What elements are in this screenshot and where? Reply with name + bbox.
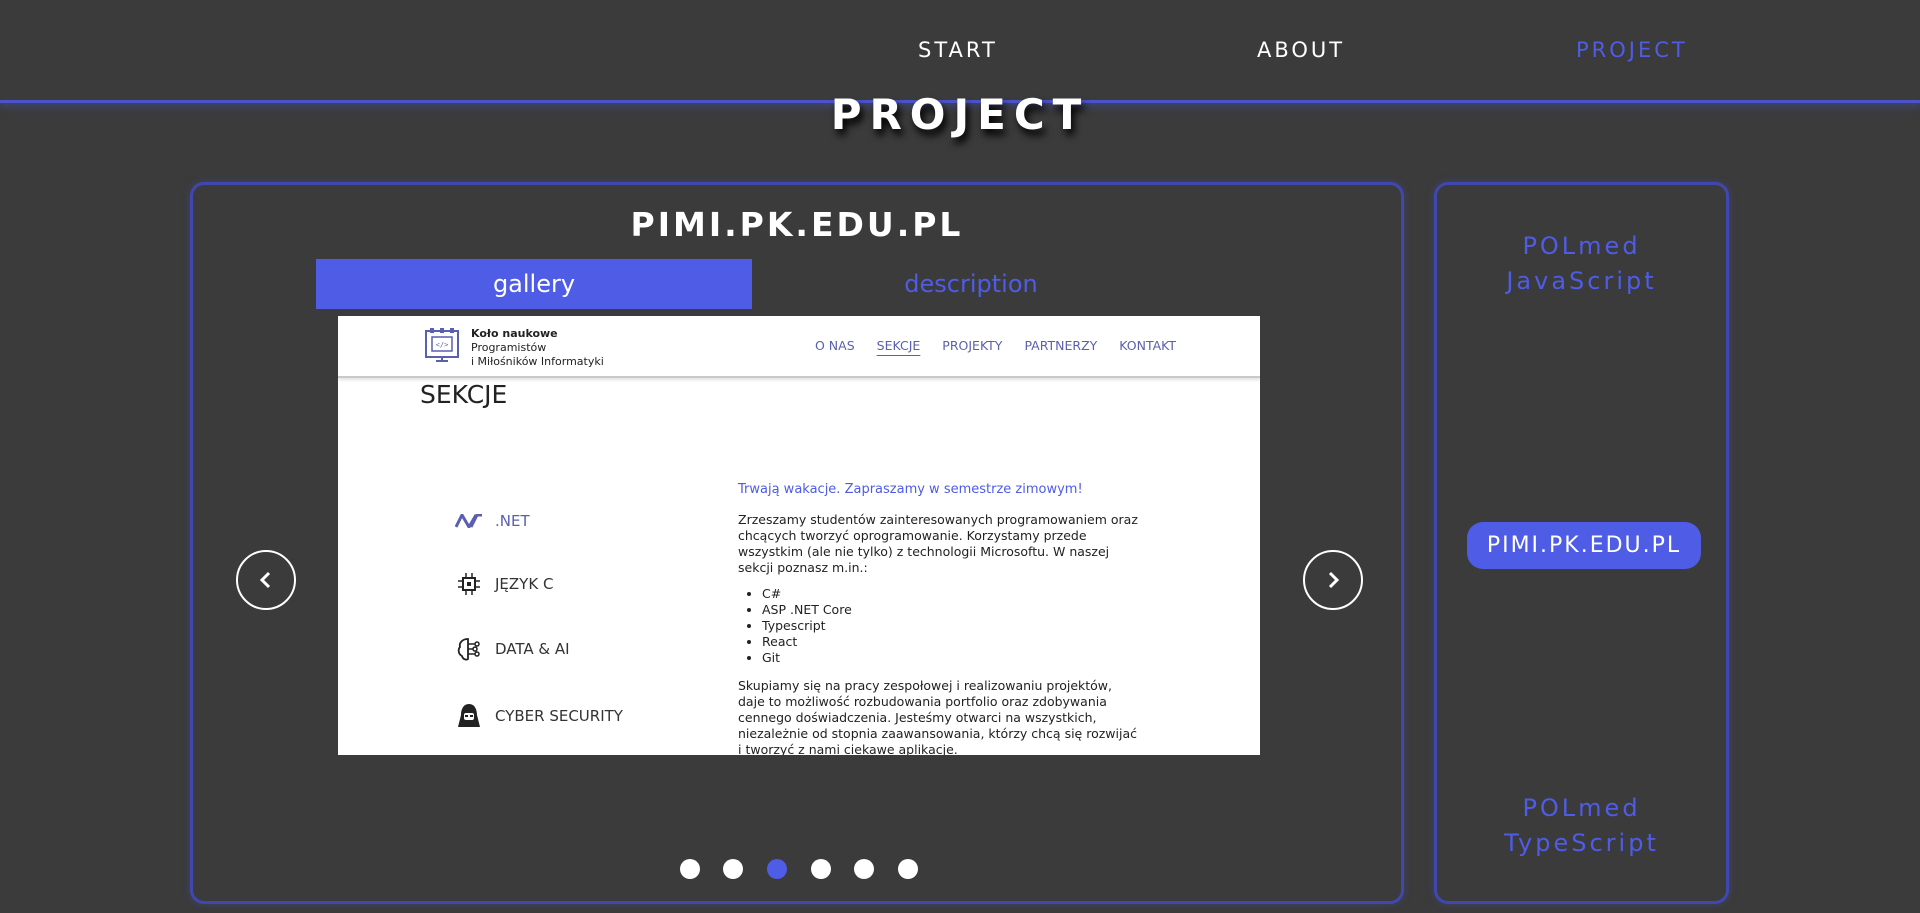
screenshot-header: </> Koło naukowe Programistów i Miłośnik… bbox=[338, 316, 1260, 378]
description-paragraph: Zrzeszamy studentów zainteresowanych pro… bbox=[738, 512, 1138, 575]
tech-list: C# ASP .NET Core Typescript React Git bbox=[738, 586, 1138, 666]
project-link-polmed-typescript[interactable]: POLmed TypeScript bbox=[1437, 791, 1726, 861]
section-label: .NET bbox=[495, 512, 530, 530]
project-switcher: POLmed JavaScript PIMI.PK.EDU.PL POLmed … bbox=[1434, 182, 1729, 904]
screenshot-menu-item: PROJEKTY bbox=[942, 338, 1003, 353]
screenshot-menu-item: SEKCJE bbox=[876, 338, 921, 353]
screenshot-menu-item: O NAS bbox=[815, 338, 855, 353]
project-link-line: POLmed bbox=[1522, 794, 1641, 822]
tab-description[interactable]: description bbox=[753, 259, 1189, 309]
slide-dot[interactable] bbox=[723, 859, 743, 879]
screenshot-menu: O NAS SEKCJE PROJEKTY PARTNERZY KONTAKT bbox=[815, 338, 1194, 353]
current-project-button[interactable]: PIMI.PK.EDU.PL bbox=[1467, 522, 1701, 569]
project-link-line: TypeScript bbox=[1504, 829, 1659, 857]
gallery-slide-image: </> Koło naukowe Programistów i Miłośnik… bbox=[338, 316, 1260, 755]
svg-text:</>: </> bbox=[436, 341, 449, 349]
chip-icon bbox=[455, 570, 483, 598]
hacker-icon bbox=[455, 702, 483, 730]
screenshot-menu-item: KONTAKT bbox=[1119, 338, 1177, 353]
tab-gallery[interactable]: gallery bbox=[316, 259, 752, 309]
project-link-line: JavaScript bbox=[1506, 267, 1657, 295]
project-card: PIMI.PK.EDU.PL gallery description </> K… bbox=[190, 182, 1404, 904]
club-logo-icon: </> bbox=[425, 328, 459, 362]
section-item: .NET bbox=[455, 506, 530, 536]
brand-line: Koło naukowe bbox=[471, 327, 558, 340]
slide-dot[interactable] bbox=[680, 859, 700, 879]
club-brand: Koło naukowe Programistów i Miłośników I… bbox=[471, 327, 604, 369]
dotnet-icon bbox=[455, 507, 483, 535]
slide-dot-active[interactable] bbox=[767, 859, 787, 879]
top-nav: START ABOUT PROJECT bbox=[0, 0, 1920, 103]
slide-dot[interactable] bbox=[854, 859, 874, 879]
screenshot-heading: SEKCJE bbox=[420, 380, 508, 409]
project-name: PIMI.PK.EDU.PL bbox=[630, 205, 964, 244]
project-link-polmed-javascript[interactable]: POLmed JavaScript bbox=[1437, 229, 1726, 299]
chevron-right-icon bbox=[1328, 571, 1340, 589]
chevron-left-icon bbox=[259, 571, 271, 589]
section-label: DATA & AI bbox=[495, 640, 570, 658]
section-item: CYBER SECURITY bbox=[455, 701, 623, 731]
slide-dot[interactable] bbox=[898, 859, 918, 879]
section-description: Trwają wakacje. Zapraszamy w semestrze z… bbox=[738, 482, 1138, 755]
page-title: PROJECT bbox=[830, 90, 1090, 139]
brand-line: i Miłośników Informatyki bbox=[471, 355, 604, 368]
next-slide-button[interactable] bbox=[1303, 550, 1363, 610]
brand-line: Programistów bbox=[471, 341, 547, 354]
tech-list-item: Typescript bbox=[762, 618, 1138, 634]
project-link-line: POLmed bbox=[1522, 232, 1641, 260]
brain-icon bbox=[455, 635, 483, 663]
nav-link-about[interactable]: ABOUT bbox=[1257, 38, 1345, 62]
description-paragraph: Skupiamy się na pracy zespołowej i reali… bbox=[738, 678, 1137, 755]
tech-list-item: C# bbox=[762, 586, 1138, 602]
description-lead: Trwają wakacje. Zapraszamy w semestrze z… bbox=[738, 482, 1083, 497]
screenshot-menu-item: PARTNERZY bbox=[1024, 338, 1098, 353]
project-tabs: gallery description bbox=[316, 259, 1189, 309]
section-item: JĘZYK C bbox=[455, 569, 553, 599]
tech-list-item: ASP .NET Core bbox=[762, 602, 1138, 618]
slide-dot[interactable] bbox=[811, 859, 831, 879]
previous-slide-button[interactable] bbox=[236, 550, 296, 610]
section-label: JĘZYK C bbox=[495, 575, 554, 593]
nav-link-project[interactable]: PROJECT bbox=[1576, 38, 1688, 62]
nav-link-start[interactable]: START bbox=[918, 38, 998, 62]
section-item: DATA & AI bbox=[455, 634, 570, 664]
tech-list-item: React bbox=[762, 634, 1138, 650]
tech-list-item: Git bbox=[762, 650, 1138, 666]
section-label: CYBER SECURITY bbox=[495, 707, 623, 725]
